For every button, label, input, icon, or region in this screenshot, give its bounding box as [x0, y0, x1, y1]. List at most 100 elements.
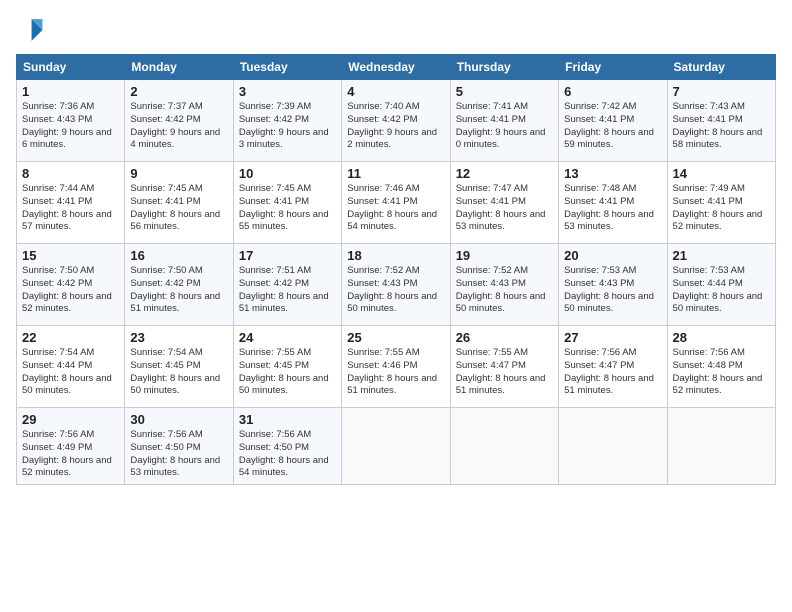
day-number: 1	[22, 84, 119, 99]
day-number: 8	[22, 166, 119, 181]
calendar-cell: 11 Sunrise: 7:46 AMSunset: 4:41 PMDaylig…	[342, 162, 450, 244]
day-number: 17	[239, 248, 336, 263]
cell-info: Sunrise: 7:41 AMSunset: 4:41 PMDaylight:…	[456, 101, 546, 150]
day-number: 25	[347, 330, 444, 345]
calendar-cell: 4 Sunrise: 7:40 AMSunset: 4:42 PMDayligh…	[342, 80, 450, 162]
calendar-cell: 21 Sunrise: 7:53 AMSunset: 4:44 PMDaylig…	[667, 244, 775, 326]
calendar-cell	[667, 408, 775, 485]
weekday-header-thursday: Thursday	[450, 55, 558, 80]
day-number: 11	[347, 166, 444, 181]
cell-info: Sunrise: 7:39 AMSunset: 4:42 PMDaylight:…	[239, 101, 329, 150]
cell-info: Sunrise: 7:56 AMSunset: 4:47 PMDaylight:…	[564, 347, 654, 396]
cell-info: Sunrise: 7:55 AMSunset: 4:46 PMDaylight:…	[347, 347, 437, 396]
logo-icon	[16, 16, 44, 44]
day-number: 14	[673, 166, 770, 181]
calendar-cell: 6 Sunrise: 7:42 AMSunset: 4:41 PMDayligh…	[559, 80, 667, 162]
cell-info: Sunrise: 7:54 AMSunset: 4:45 PMDaylight:…	[130, 347, 220, 396]
day-number: 2	[130, 84, 227, 99]
cell-info: Sunrise: 7:55 AMSunset: 4:45 PMDaylight:…	[239, 347, 329, 396]
cell-info: Sunrise: 7:43 AMSunset: 4:41 PMDaylight:…	[673, 101, 763, 150]
weekday-header-saturday: Saturday	[667, 55, 775, 80]
calendar-cell: 13 Sunrise: 7:48 AMSunset: 4:41 PMDaylig…	[559, 162, 667, 244]
day-number: 26	[456, 330, 553, 345]
cell-info: Sunrise: 7:45 AMSunset: 4:41 PMDaylight:…	[239, 183, 329, 232]
calendar-week-3: 15 Sunrise: 7:50 AMSunset: 4:42 PMDaylig…	[17, 244, 776, 326]
cell-info: Sunrise: 7:54 AMSunset: 4:44 PMDaylight:…	[22, 347, 112, 396]
cell-info: Sunrise: 7:40 AMSunset: 4:42 PMDaylight:…	[347, 101, 437, 150]
weekday-header-friday: Friday	[559, 55, 667, 80]
day-number: 18	[347, 248, 444, 263]
calendar-header: SundayMondayTuesdayWednesdayThursdayFrid…	[17, 55, 776, 80]
calendar-cell: 24 Sunrise: 7:55 AMSunset: 4:45 PMDaylig…	[233, 326, 341, 408]
weekday-header-wednesday: Wednesday	[342, 55, 450, 80]
calendar-cell: 30 Sunrise: 7:56 AMSunset: 4:50 PMDaylig…	[125, 408, 233, 485]
cell-info: Sunrise: 7:46 AMSunset: 4:41 PMDaylight:…	[347, 183, 437, 232]
day-number: 4	[347, 84, 444, 99]
weekday-header-monday: Monday	[125, 55, 233, 80]
cell-info: Sunrise: 7:50 AMSunset: 4:42 PMDaylight:…	[130, 265, 220, 314]
calendar-cell: 31 Sunrise: 7:56 AMSunset: 4:50 PMDaylig…	[233, 408, 341, 485]
calendar-cell: 3 Sunrise: 7:39 AMSunset: 4:42 PMDayligh…	[233, 80, 341, 162]
day-number: 13	[564, 166, 661, 181]
calendar-cell: 29 Sunrise: 7:56 AMSunset: 4:49 PMDaylig…	[17, 408, 125, 485]
header	[16, 16, 776, 44]
calendar-cell: 8 Sunrise: 7:44 AMSunset: 4:41 PMDayligh…	[17, 162, 125, 244]
day-number: 27	[564, 330, 661, 345]
day-number: 21	[673, 248, 770, 263]
calendar-cell: 5 Sunrise: 7:41 AMSunset: 4:41 PMDayligh…	[450, 80, 558, 162]
calendar-cell: 15 Sunrise: 7:50 AMSunset: 4:42 PMDaylig…	[17, 244, 125, 326]
cell-info: Sunrise: 7:52 AMSunset: 4:43 PMDaylight:…	[347, 265, 437, 314]
calendar-week-5: 29 Sunrise: 7:56 AMSunset: 4:49 PMDaylig…	[17, 408, 776, 485]
calendar-cell: 23 Sunrise: 7:54 AMSunset: 4:45 PMDaylig…	[125, 326, 233, 408]
day-number: 31	[239, 412, 336, 427]
day-number: 19	[456, 248, 553, 263]
cell-info: Sunrise: 7:45 AMSunset: 4:41 PMDaylight:…	[130, 183, 220, 232]
cell-info: Sunrise: 7:49 AMSunset: 4:41 PMDaylight:…	[673, 183, 763, 232]
calendar-cell: 2 Sunrise: 7:37 AMSunset: 4:42 PMDayligh…	[125, 80, 233, 162]
calendar-cell: 7 Sunrise: 7:43 AMSunset: 4:41 PMDayligh…	[667, 80, 775, 162]
page: SundayMondayTuesdayWednesdayThursdayFrid…	[0, 0, 792, 612]
day-number: 29	[22, 412, 119, 427]
cell-info: Sunrise: 7:56 AMSunset: 4:50 PMDaylight:…	[239, 429, 329, 478]
day-number: 6	[564, 84, 661, 99]
calendar-cell: 17 Sunrise: 7:51 AMSunset: 4:42 PMDaylig…	[233, 244, 341, 326]
cell-info: Sunrise: 7:44 AMSunset: 4:41 PMDaylight:…	[22, 183, 112, 232]
cell-info: Sunrise: 7:56 AMSunset: 4:50 PMDaylight:…	[130, 429, 220, 478]
calendar-week-1: 1 Sunrise: 7:36 AMSunset: 4:43 PMDayligh…	[17, 80, 776, 162]
day-number: 28	[673, 330, 770, 345]
calendar-cell: 9 Sunrise: 7:45 AMSunset: 4:41 PMDayligh…	[125, 162, 233, 244]
calendar-cell: 16 Sunrise: 7:50 AMSunset: 4:42 PMDaylig…	[125, 244, 233, 326]
cell-info: Sunrise: 7:51 AMSunset: 4:42 PMDaylight:…	[239, 265, 329, 314]
cell-info: Sunrise: 7:48 AMSunset: 4:41 PMDaylight:…	[564, 183, 654, 232]
cell-info: Sunrise: 7:50 AMSunset: 4:42 PMDaylight:…	[22, 265, 112, 314]
cell-info: Sunrise: 7:42 AMSunset: 4:41 PMDaylight:…	[564, 101, 654, 150]
day-number: 24	[239, 330, 336, 345]
day-number: 7	[673, 84, 770, 99]
cell-info: Sunrise: 7:52 AMSunset: 4:43 PMDaylight:…	[456, 265, 546, 314]
calendar-week-4: 22 Sunrise: 7:54 AMSunset: 4:44 PMDaylig…	[17, 326, 776, 408]
cell-info: Sunrise: 7:56 AMSunset: 4:48 PMDaylight:…	[673, 347, 763, 396]
calendar-cell	[450, 408, 558, 485]
cell-info: Sunrise: 7:53 AMSunset: 4:44 PMDaylight:…	[673, 265, 763, 314]
day-number: 10	[239, 166, 336, 181]
calendar-cell	[559, 408, 667, 485]
day-number: 23	[130, 330, 227, 345]
cell-info: Sunrise: 7:36 AMSunset: 4:43 PMDaylight:…	[22, 101, 112, 150]
calendar-cell: 12 Sunrise: 7:47 AMSunset: 4:41 PMDaylig…	[450, 162, 558, 244]
calendar-cell: 19 Sunrise: 7:52 AMSunset: 4:43 PMDaylig…	[450, 244, 558, 326]
calendar-cell: 26 Sunrise: 7:55 AMSunset: 4:47 PMDaylig…	[450, 326, 558, 408]
day-number: 16	[130, 248, 227, 263]
day-number: 5	[456, 84, 553, 99]
day-number: 22	[22, 330, 119, 345]
day-number: 20	[564, 248, 661, 263]
day-number: 9	[130, 166, 227, 181]
cell-info: Sunrise: 7:53 AMSunset: 4:43 PMDaylight:…	[564, 265, 654, 314]
calendar-cell: 28 Sunrise: 7:56 AMSunset: 4:48 PMDaylig…	[667, 326, 775, 408]
day-number: 15	[22, 248, 119, 263]
weekday-header-row: SundayMondayTuesdayWednesdayThursdayFrid…	[17, 55, 776, 80]
calendar-cell: 27 Sunrise: 7:56 AMSunset: 4:47 PMDaylig…	[559, 326, 667, 408]
calendar-cell: 25 Sunrise: 7:55 AMSunset: 4:46 PMDaylig…	[342, 326, 450, 408]
cell-info: Sunrise: 7:47 AMSunset: 4:41 PMDaylight:…	[456, 183, 546, 232]
calendar-week-2: 8 Sunrise: 7:44 AMSunset: 4:41 PMDayligh…	[17, 162, 776, 244]
weekday-header-tuesday: Tuesday	[233, 55, 341, 80]
